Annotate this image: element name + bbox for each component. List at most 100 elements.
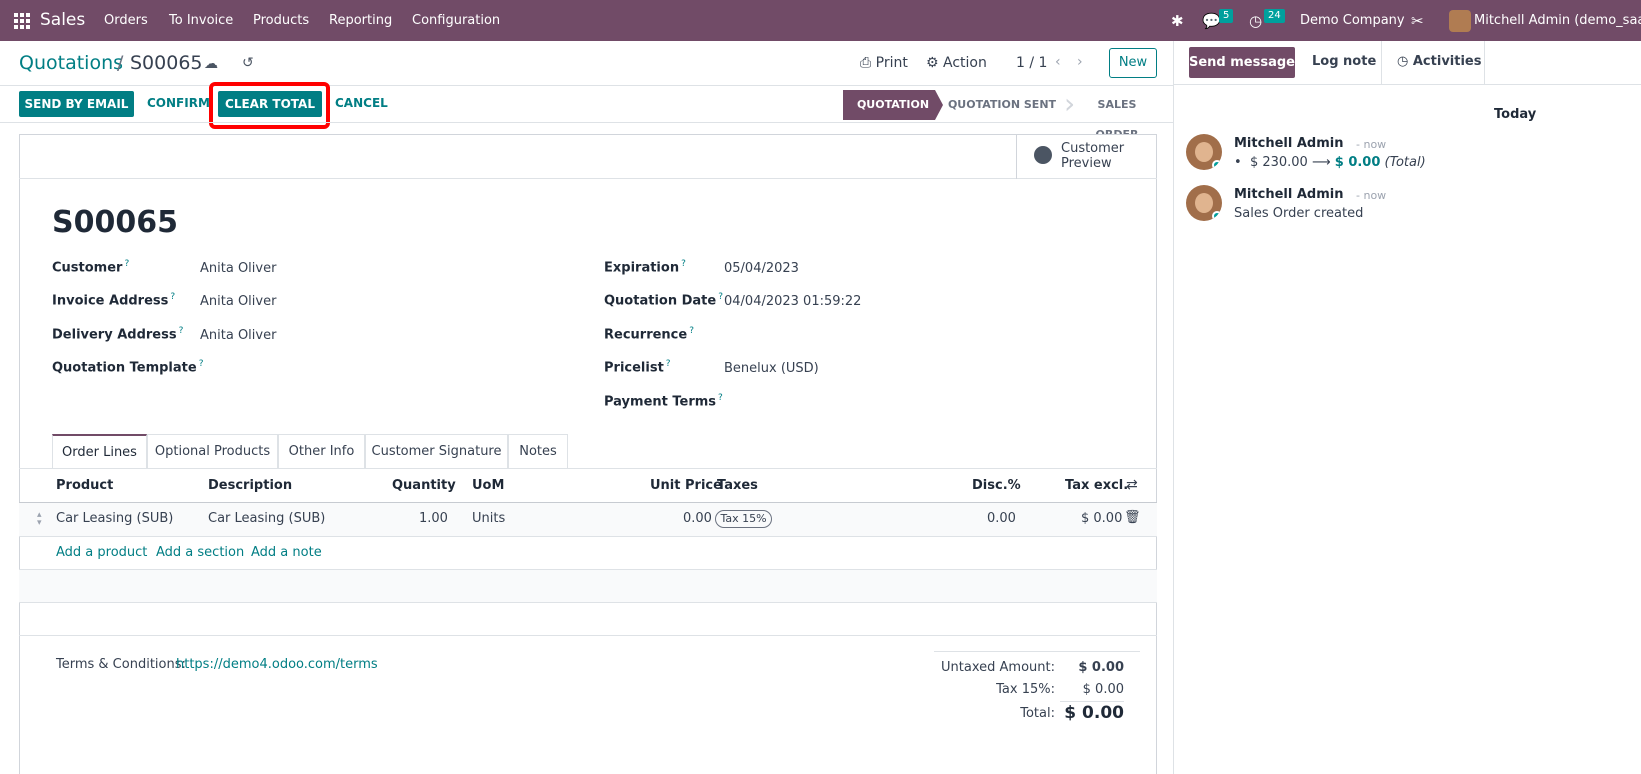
empty-row-divider [19,602,1157,603]
column-taxes[interactable]: Taxes [717,478,758,493]
menu-orders[interactable]: Orders [104,13,148,28]
menu-reporting[interactable]: Reporting [329,13,392,28]
payment-terms-label: Payment Terms? [604,393,723,410]
add-product-link[interactable]: Add a product [56,545,147,560]
column-unit-price[interactable]: Unit Price [650,478,722,493]
pager-next-icon[interactable]: › [1077,54,1083,70]
line-product[interactable]: Car Leasing (SUB) [56,511,173,526]
status-quotation-sent[interactable]: QUOTATION SENT [946,90,1058,120]
breadcrumb-current-record: S00065 [130,52,203,74]
status-sales-order[interactable]: SALES ORDER [1076,90,1158,141]
total-divider [1060,701,1124,702]
log-note-button[interactable]: Log note [1312,54,1376,69]
pricelist-label: Pricelist? [604,359,671,376]
action-button[interactable]: ⚙ Action [926,55,987,71]
line-discount[interactable]: 0.00 [987,511,1016,526]
optional-columns-icon[interactable]: ⇄ [1126,477,1138,493]
chatter-topbar-divider [1173,84,1641,85]
untaxed-amount-label: Untaxed Amount: [941,660,1055,675]
invoice-address-field[interactable]: Anita Oliver [200,294,276,309]
breadcrumb-quotations[interactable]: Quotations [19,52,123,74]
author-avatar[interactable] [1186,134,1222,170]
drag-handle-icon[interactable]: ▴ ▾ [37,511,42,528]
button-box-divider [19,178,1157,179]
activities-button[interactable]: ◷ Activities [1397,54,1481,69]
column-description[interactable]: Description [208,478,292,493]
send-message-button[interactable]: Send message [1189,47,1295,78]
confirm-button[interactable]: CONFIRM [147,96,210,110]
user-avatar[interactable] [1449,10,1471,32]
column-discount[interactable]: Disc.% [972,478,1021,493]
terms-link[interactable]: https://demo4.odoo.com/terms [176,657,378,672]
column-product[interactable]: Product [56,478,113,493]
apps-menu-icon[interactable] [14,13,30,29]
debug-bug-icon[interactable]: ✱ [1171,12,1184,30]
column-uom[interactable]: UoM [472,478,504,493]
pricelist-field[interactable]: Benelux (USD) [724,361,819,376]
cancel-button[interactable]: CANCEL [335,96,388,110]
discard-undo-icon[interactable]: ↺ [242,55,254,71]
terms-label: Terms & Conditions: [56,657,186,672]
author-avatar[interactable] [1186,185,1222,221]
status-quotation[interactable]: QUOTATION [843,90,943,120]
tab-customer-signature[interactable]: Customer Signature [365,434,508,468]
new-button[interactable]: New [1109,48,1157,78]
tab-order-lines[interactable]: Order Lines [52,434,147,468]
messages-icon[interactable]: 💬 [1202,12,1221,30]
line-quantity[interactable]: 1.00 [419,511,448,526]
expiration-label: Expiration? [604,259,686,276]
customer-preview-label: Customer Preview [1061,141,1125,171]
tracking-value-change: • $ 230.00 ⟶ $ 0.00 (Total) [1234,155,1426,170]
chatter-divider [1173,41,1174,774]
tab-optional-products[interactable]: Optional Products [147,434,278,468]
tax-label: Tax 15%: [996,682,1055,697]
activities-count-badge: 24 [1264,9,1285,23]
line-uom[interactable]: Units [472,511,505,526]
recurrence-label: Recurrence? [604,326,694,343]
line-tax-badge[interactable]: Tax 15% [715,510,772,528]
activities-clock-icon[interactable]: ◷ [1249,12,1262,30]
pager-value[interactable]: 1 / 1 [1016,55,1047,71]
print-icon: ⎙ [860,55,876,71]
menu-configuration[interactable]: Configuration [412,13,500,28]
column-tax-excl[interactable]: Tax excl. [1065,478,1128,493]
tab-notes[interactable]: Notes [508,434,568,468]
line-description[interactable]: Car Leasing (SUB) [208,511,325,526]
tax-value: $ 0.00 [1082,682,1124,697]
add-section-link[interactable]: Add a section [156,545,244,560]
column-quantity[interactable]: Quantity [392,478,456,493]
save-cloud-icon[interactable]: ☁ [204,56,218,72]
print-button[interactable]: ⎙ Print [860,55,908,71]
untaxed-amount-value: $ 0.00 [1078,660,1124,675]
quotation-date-field[interactable]: 04/04/2023 01:59:22 [724,294,861,309]
messages-count-badge: 5 [1219,9,1234,23]
message-author[interactable]: Mitchell Admin [1234,136,1343,151]
table-bottom-divider [19,635,1157,636]
message-time: - now [1356,138,1387,151]
menu-products[interactable]: Products [253,13,309,28]
company-switcher[interactable]: Demo Company [1300,13,1405,28]
user-menu[interactable]: Mitchell Admin (demo_saas- [1474,13,1641,28]
top-navbar: Sales Orders To Invoice Products Reporti… [0,0,1641,41]
menu-to-invoice[interactable]: To Invoice [169,13,233,28]
message-time: - now [1356,189,1387,202]
quotation-template-label: Quotation Template? [52,359,204,376]
app-brand[interactable]: Sales [40,10,85,30]
row-divider [19,536,1157,537]
tab-other-info[interactable]: Other Info [278,434,365,468]
gear-icon: ⚙ [926,55,944,71]
tools-icon[interactable]: ✂ [1411,12,1424,30]
delete-trash-icon[interactable]: 🗑 [1124,510,1141,525]
add-note-link[interactable]: Add a note [251,545,322,560]
send-by-email-button[interactable]: SEND BY EMAIL [19,91,134,117]
customer-field[interactable]: Anita Oliver [200,261,276,276]
expiration-field[interactable]: 05/04/2023 [724,261,799,276]
total-value: $ 0.00 [1064,703,1124,723]
globe-icon [1034,146,1052,164]
statusbar-divider [0,122,1173,123]
breadcrumb-separator: / [117,52,124,74]
delivery-address-field[interactable]: Anita Oliver [200,328,276,343]
message-author[interactable]: Mitchell Admin [1234,187,1343,202]
line-unit-price[interactable]: 0.00 [683,511,712,526]
pager-previous-icon[interactable]: ‹ [1055,54,1061,70]
